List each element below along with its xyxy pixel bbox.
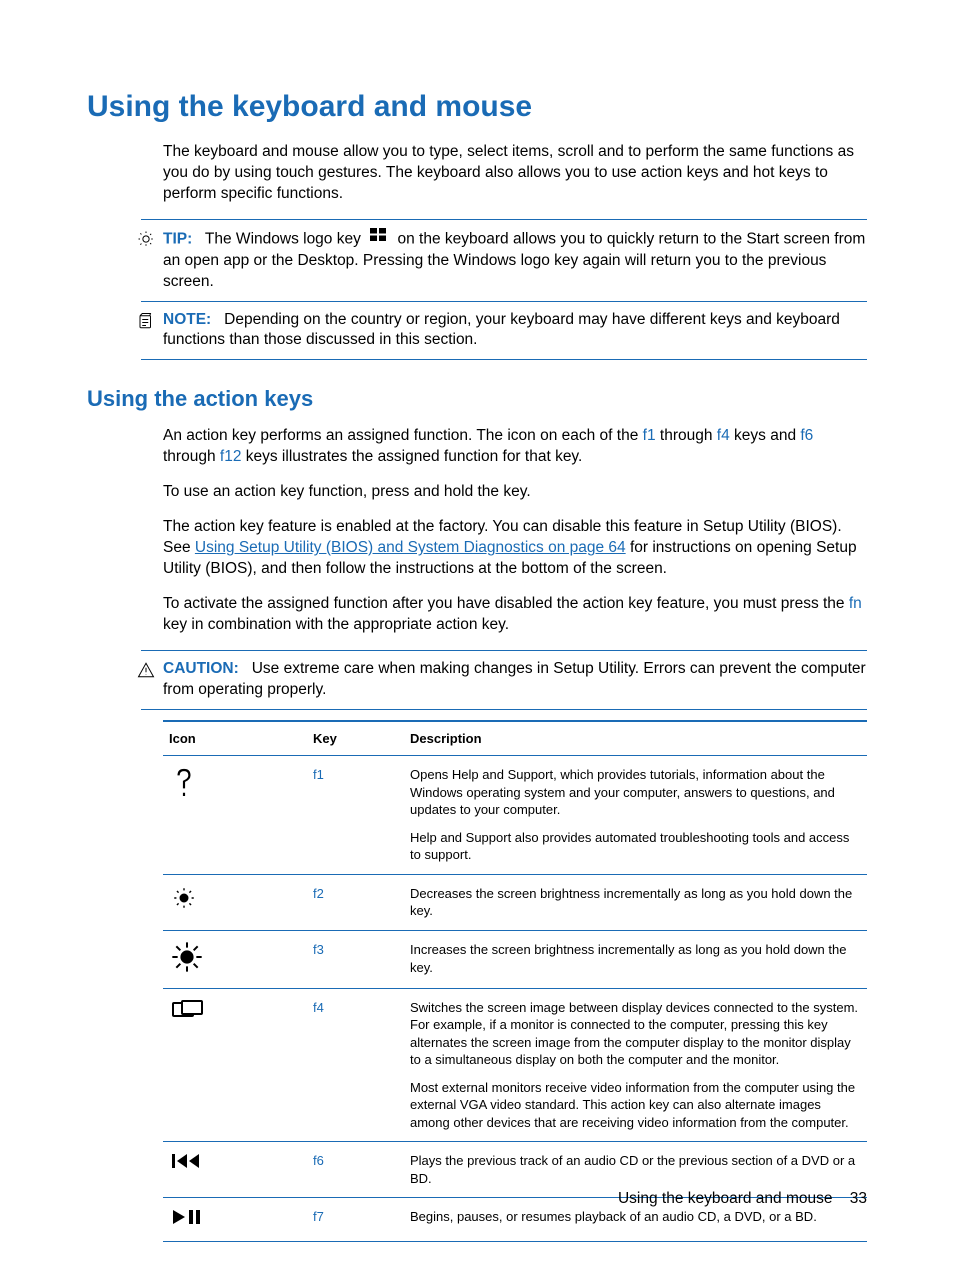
key-cell: f4: [307, 988, 404, 1142]
action-para-3: The action key feature is enabled at the…: [163, 517, 867, 580]
help-icon: [163, 756, 307, 875]
switch-display-icon: [163, 988, 307, 1142]
setup-utility-link[interactable]: Using Setup Utility (BIOS) and System Di…: [195, 539, 626, 556]
key-cell: f1: [307, 756, 404, 875]
key-cell: f6: [307, 1142, 404, 1198]
action-para-1: An action key performs an assigned funct…: [163, 426, 867, 468]
brightness-down-icon: [163, 874, 307, 930]
note-label: NOTE:: [163, 311, 211, 328]
section-heading: Using the action keys: [87, 386, 867, 412]
tip-text-before: The Windows logo key: [205, 230, 361, 247]
table-row: f4Switches the screen image between disp…: [163, 988, 867, 1142]
description-cell: Decreases the screen brightness incremen…: [404, 874, 867, 930]
table-header-row: Icon Key Description: [163, 721, 867, 756]
key-cell: f7: [307, 1198, 404, 1242]
key-cell: f3: [307, 930, 404, 988]
action-keys-table: Icon Key Description f1Opens Help and Su…: [163, 720, 867, 1242]
action-para-2: To use an action key function, press and…: [163, 482, 867, 503]
tip-admonition: TIP: The Windows logo key on the keyboar…: [141, 219, 867, 301]
table-row: f2Decreases the screen brightness increm…: [163, 874, 867, 930]
key-f4: f4: [717, 427, 730, 444]
key-f12: f12: [220, 448, 242, 465]
th-desc: Description: [404, 721, 867, 756]
page-title: Using the keyboard and mouse: [87, 90, 867, 124]
note-admonition: NOTE: Depending on the country or region…: [141, 301, 867, 361]
caution-admonition: CAUTION: Use extreme care when making ch…: [141, 650, 867, 710]
th-key: Key: [307, 721, 404, 756]
page: Using the keyboard and mouse The keyboar…: [0, 0, 954, 1270]
windows-logo-icon: [369, 227, 389, 250]
caution-icon: [137, 661, 155, 686]
note-icon: [137, 312, 155, 337]
intro-paragraph: The keyboard and mouse allow you to type…: [163, 142, 867, 205]
footer-title: Using the keyboard and mouse: [618, 1190, 833, 1207]
page-footer: Using the keyboard and mouse 33: [618, 1190, 867, 1208]
previous-track-icon: [163, 1142, 307, 1198]
key-fn: fn: [849, 595, 862, 612]
caution-text: Use extreme care when making changes in …: [163, 660, 866, 698]
action-para-4: To activate the assigned function after …: [163, 594, 867, 636]
brightness-up-icon: [163, 930, 307, 988]
note-text: Depending on the country or region, your…: [163, 311, 840, 349]
th-icon: Icon: [163, 721, 307, 756]
key-cell: f2: [307, 874, 404, 930]
tip-label: TIP:: [163, 230, 192, 247]
key-f6: f6: [800, 427, 813, 444]
table-row: f1Opens Help and Support, which provides…: [163, 756, 867, 875]
table-row: f3Increases the screen brightness increm…: [163, 930, 867, 988]
caution-label: CAUTION:: [163, 660, 239, 677]
description-cell: Increases the screen brightness incremen…: [404, 930, 867, 988]
description-cell: Switches the screen image between displa…: [404, 988, 867, 1142]
key-f1: f1: [643, 427, 656, 444]
tip-icon: [137, 230, 155, 255]
description-cell: Opens Help and Support, which provides t…: [404, 756, 867, 875]
footer-page: 33: [850, 1190, 867, 1207]
play-pause-icon: [163, 1198, 307, 1242]
